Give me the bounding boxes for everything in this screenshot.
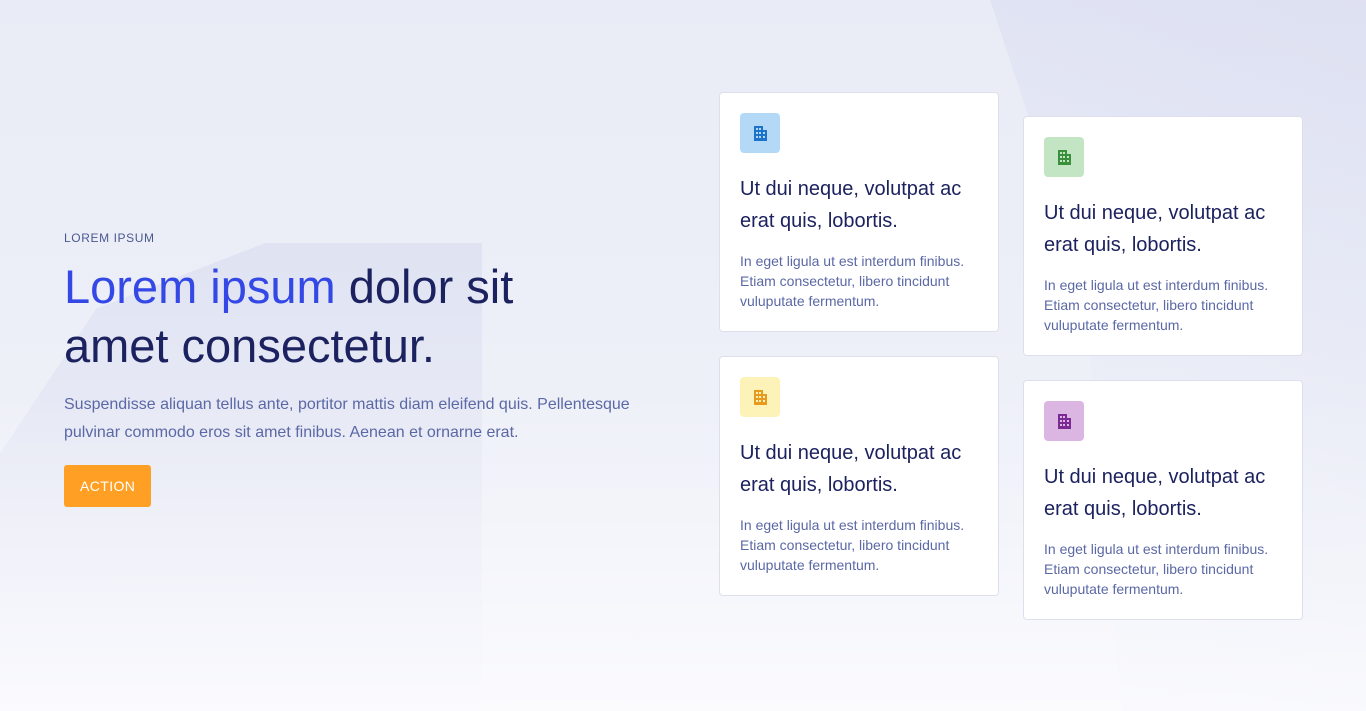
card-title: Ut dui neque, volutpat ac erat quis, lob… xyxy=(740,178,962,232)
building-icon xyxy=(740,377,780,417)
hero-lead-text: Suspendisse aliquan tellus ante, portito… xyxy=(64,396,630,441)
headline-rest-2: amet consectetur. xyxy=(64,319,435,372)
headline-rest-1: dolor sit xyxy=(335,260,514,313)
card-text: In eget ligula ut est interdum finibus. … xyxy=(740,253,965,309)
card-title: Ut dui neque, volutpat ac erat quis, lob… xyxy=(740,442,962,496)
card-text: In eget ligula ut est interdum finibus. … xyxy=(1044,541,1269,597)
building-icon xyxy=(740,113,780,153)
feature-card-3: Ut dui neque, volutpat ac erat quis, lob… xyxy=(719,356,999,596)
card-title: Ut dui neque, volutpat ac erat quis, lob… xyxy=(1044,466,1266,520)
action-button[interactable]: ACTION xyxy=(64,465,152,507)
headline-accent: Lorem ipsum xyxy=(64,260,336,313)
building-glyph xyxy=(754,390,767,405)
feature-card-4: Ut dui neque, volutpat ac erat quis, lob… xyxy=(1023,380,1303,620)
hero-headline: Lorem ipsum dolor sit amet consectetur. xyxy=(64,257,664,375)
card-text: In eget ligula ut est interdum finibus. … xyxy=(1044,277,1269,333)
building-icon xyxy=(1044,401,1084,441)
hero-section: LOREM IPSUM Lorem ipsum dolor sit amet c… xyxy=(64,231,664,507)
feature-card-1: Ut dui neque, volutpat ac erat quis, lob… xyxy=(719,92,999,332)
building-glyph xyxy=(1058,150,1071,165)
building-glyph xyxy=(1058,414,1071,429)
card-text: In eget ligula ut est interdum finibus. … xyxy=(740,517,965,573)
card-title: Ut dui neque, volutpat ac erat quis, lob… xyxy=(1044,202,1266,256)
building-glyph xyxy=(754,126,767,141)
eyebrow-label: LOREM IPSUM xyxy=(64,231,155,245)
building-icon xyxy=(1044,137,1084,177)
feature-card-2: Ut dui neque, volutpat ac erat quis, lob… xyxy=(1023,116,1303,356)
